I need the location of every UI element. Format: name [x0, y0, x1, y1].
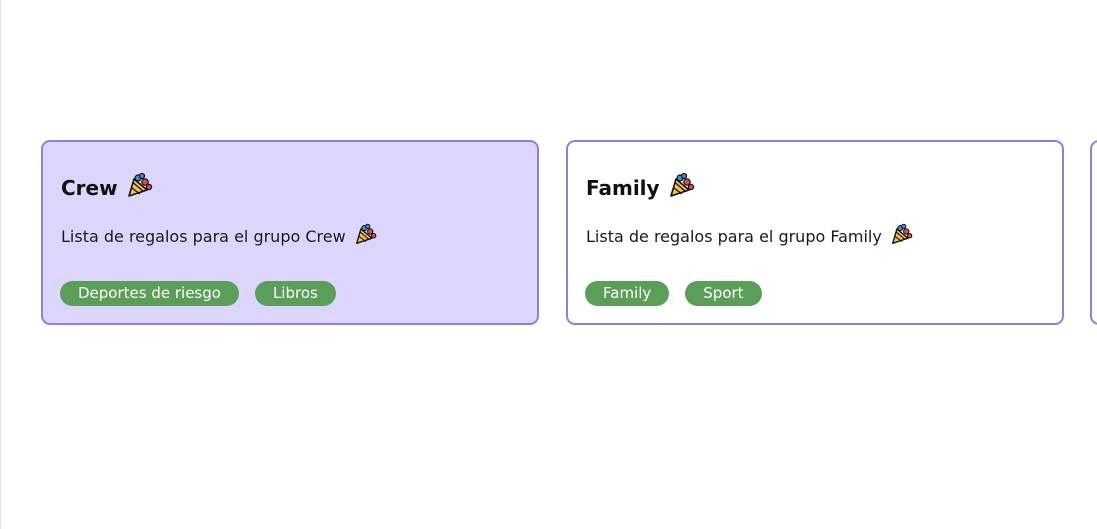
group-card-title: Crew	[61, 172, 154, 203]
group-description-text: Lista de regalos para el grupo Family	[586, 226, 882, 246]
group-card-title: Family	[586, 172, 696, 203]
group-card-description: Lista de regalos para el grupo Family	[586, 223, 914, 249]
group-card-description: Lista de regalos para el grupo Crew	[61, 223, 378, 249]
group-card-crew[interactable]: Crew Lista de regalos para el grupo Crew	[41, 140, 539, 325]
group-card-partial[interactable]	[1090, 140, 1097, 325]
tag-chip[interactable]: Libros	[254, 281, 336, 306]
tag-chip[interactable]: Sport	[685, 281, 762, 306]
tag-chip[interactable]: Deportes de riesgo	[60, 281, 239, 306]
party-popper-icon	[126, 172, 154, 203]
tag-chip[interactable]: Family	[585, 281, 670, 306]
group-card-family[interactable]: Family Lista de regalos para el grupo Fa…	[566, 140, 1064, 325]
group-tags: Deportes de riesgo Libros	[60, 281, 336, 306]
group-tags: Family Sport	[585, 281, 762, 306]
group-title-text: Crew	[61, 175, 118, 200]
party-popper-icon	[890, 223, 914, 249]
groups-page: Crew Lista de regalos para el grupo Crew	[0, 0, 1097, 529]
group-title-text: Family	[586, 175, 660, 200]
party-popper-icon	[668, 172, 696, 203]
group-description-text: Lista de regalos para el grupo Crew	[61, 226, 346, 246]
party-popper-icon	[354, 223, 378, 249]
